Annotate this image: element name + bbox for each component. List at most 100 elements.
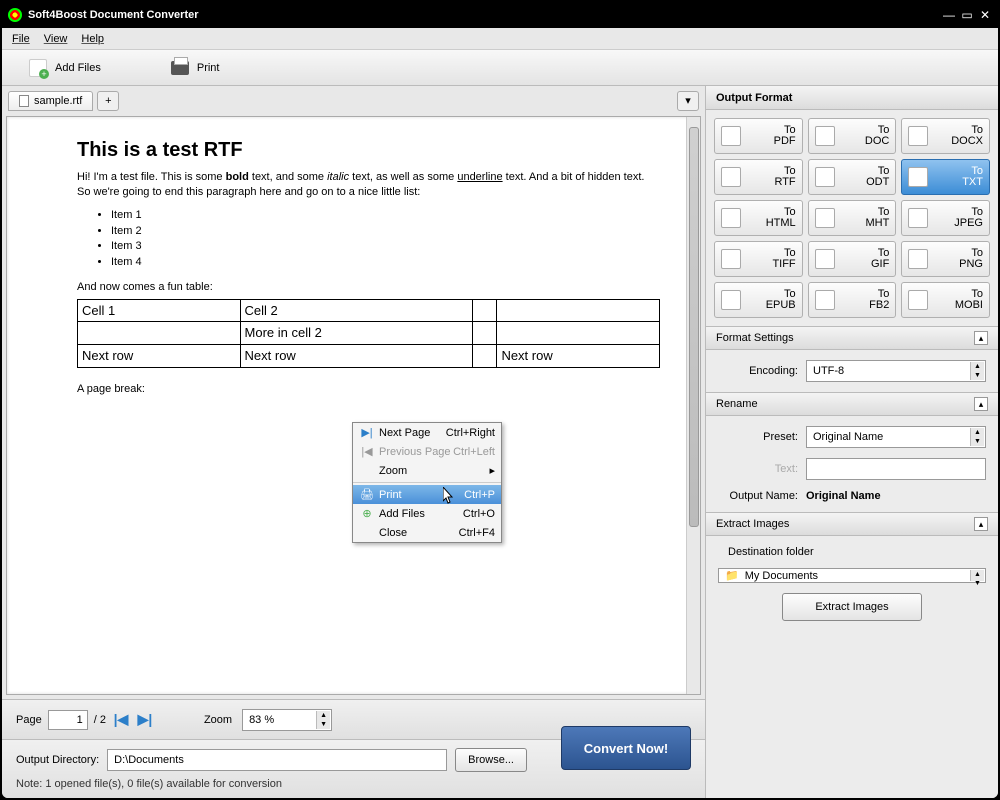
format-icon xyxy=(908,167,928,187)
list-item: Item 4 xyxy=(111,255,660,270)
output-name-label: Output Name: xyxy=(718,490,798,502)
add-tab-button[interactable]: + xyxy=(97,91,119,111)
document-preview[interactable]: This is a test RTF Hi! I'm a test file. … xyxy=(6,116,701,695)
menu-help[interactable]: Help xyxy=(81,33,104,45)
format-png[interactable]: ToPNG xyxy=(901,241,990,277)
tab-filename: sample.rtf xyxy=(34,95,82,107)
ctx-close[interactable]: CloseCtrl+F4 xyxy=(353,523,501,542)
format-docx[interactable]: ToDOCX xyxy=(901,118,990,154)
format-pdf[interactable]: ToPDF xyxy=(714,118,803,154)
printer-icon xyxy=(171,61,189,75)
encoding-combo[interactable]: UTF-8▲▼ xyxy=(806,360,986,382)
file-icon xyxy=(19,95,29,107)
spinner-up-icon[interactable]: ▲ xyxy=(317,711,330,720)
zoom-value: 83 % xyxy=(249,714,274,726)
collapse-icon[interactable]: ▴ xyxy=(974,331,988,345)
menu-file[interactable]: File xyxy=(12,33,30,45)
doc-list: Item 1 Item 2 Item 3 Item 4 xyxy=(111,208,660,270)
preset-label: Preset: xyxy=(718,431,798,443)
document-tab[interactable]: sample.rtf xyxy=(8,91,93,111)
text-label: Text: xyxy=(718,463,798,475)
zoom-label: Zoom xyxy=(204,714,232,726)
dest-folder-label: Destination folder xyxy=(728,546,986,558)
zoom-spinner[interactable]: ▲▼ xyxy=(316,711,330,729)
menu-view[interactable]: View xyxy=(44,33,68,45)
last-page-button[interactable]: ▶| xyxy=(136,711,154,729)
right-panel: Output Format ToPDFToDOCToDOCX ToRTFToODT… xyxy=(706,86,998,798)
format-icon xyxy=(721,249,741,269)
preset-combo[interactable]: Original Name▲▼ xyxy=(806,426,986,448)
format-doc[interactable]: ToDOC xyxy=(808,118,897,154)
scrollbar-thumb[interactable] xyxy=(689,127,699,527)
first-page-button[interactable]: |◀ xyxy=(112,711,130,729)
browse-button[interactable]: Browse... xyxy=(455,748,527,772)
dest-folder-combo[interactable]: 📁My Documents▲▼ xyxy=(718,568,986,583)
format-fb2[interactable]: ToFB2 xyxy=(808,282,897,318)
format-gif[interactable]: ToGIF xyxy=(808,241,897,277)
extract-images-button[interactable]: Extract Images xyxy=(782,593,922,621)
collapse-icon[interactable]: ▴ xyxy=(974,517,988,531)
ctx-print[interactable]: 🖨PrintCtrl+P xyxy=(353,485,501,504)
page-number-input[interactable] xyxy=(48,710,88,730)
list-item: Item 1 xyxy=(111,208,660,223)
format-tiff[interactable]: ToTIFF xyxy=(714,241,803,277)
zoom-input[interactable]: 83 % ▲▼ xyxy=(242,709,332,731)
minimize-button[interactable]: — xyxy=(942,8,956,22)
format-grid: ToPDFToDOCToDOCXToRTFToODTToTXTToHTMLToM… xyxy=(706,110,998,326)
format-html[interactable]: ToHTML xyxy=(714,200,803,236)
doc-paragraph: Hi! I'm a test file. This is some bold t… xyxy=(77,170,660,200)
format-icon xyxy=(908,290,928,310)
format-epub[interactable]: ToEPUB xyxy=(714,282,803,318)
vertical-scrollbar[interactable] xyxy=(686,117,700,694)
status-note: Note: 1 opened file(s), 0 file(s) availa… xyxy=(16,778,691,790)
output-name-value: Original Name xyxy=(806,490,881,502)
format-mht[interactable]: ToMHT xyxy=(808,200,897,236)
doc-table-intro: And now comes a fun table: xyxy=(77,280,660,295)
output-dir-label: Output Directory: xyxy=(16,754,99,766)
page-content: This is a test RTF Hi! I'm a test file. … xyxy=(77,137,660,396)
ctx-next-page[interactable]: ▶|Next PageCtrl+Right xyxy=(353,423,501,442)
print-button[interactable]: Print xyxy=(156,56,235,80)
output-dir-input[interactable] xyxy=(107,749,447,771)
prev-page-icon: |◀ xyxy=(359,445,375,458)
window-title: Soft4Boost Document Converter xyxy=(28,9,938,21)
next-page-icon: ▶| xyxy=(359,426,375,439)
format-settings-header[interactable]: Format Settings▴ xyxy=(706,326,998,350)
format-rtf[interactable]: ToRTF xyxy=(714,159,803,195)
format-txt[interactable]: ToTXT xyxy=(901,159,990,195)
doc-table: Cell 1Cell 2 More in cell 2 Next rowNext… xyxy=(77,299,660,368)
format-icon xyxy=(815,249,835,269)
add-files-button[interactable]: Add Files xyxy=(14,54,116,82)
spinner-down-icon[interactable]: ▼ xyxy=(317,720,330,729)
rename-header[interactable]: Rename▴ xyxy=(706,392,998,416)
ctx-add-files[interactable]: ⊕Add FilesCtrl+O xyxy=(353,504,501,523)
collapse-icon[interactable]: ▴ xyxy=(974,397,988,411)
convert-button[interactable]: Convert Now! xyxy=(561,726,691,770)
app-logo-icon xyxy=(8,8,22,22)
maximize-button[interactable]: ▭ xyxy=(960,8,974,22)
doc-pagebreak: A page break: xyxy=(77,382,660,397)
format-icon xyxy=(908,208,928,228)
format-icon xyxy=(721,167,741,187)
close-button[interactable]: ✕ xyxy=(978,8,992,22)
context-menu: ▶|Next PageCtrl+Right |◀Previous PageCtr… xyxy=(352,422,502,543)
ctx-zoom[interactable]: Zoom▸ xyxy=(353,461,501,480)
format-icon xyxy=(721,208,741,228)
add-file-icon: ⊕ xyxy=(359,507,375,520)
folder-icon: 📁 xyxy=(725,569,739,582)
format-icon xyxy=(721,290,741,310)
format-icon xyxy=(908,126,928,146)
title-bar: Soft4Boost Document Converter — ▭ ✕ xyxy=(2,2,998,28)
format-mobi[interactable]: ToMOBI xyxy=(901,282,990,318)
format-odt[interactable]: ToODT xyxy=(808,159,897,195)
tab-dropdown-button[interactable]: ▾ xyxy=(677,91,699,111)
encoding-label: Encoding: xyxy=(718,365,798,377)
menu-bar: File View Help xyxy=(2,28,998,50)
add-file-icon xyxy=(29,59,47,77)
format-icon xyxy=(721,126,741,146)
format-icon xyxy=(815,167,835,187)
format-jpeg[interactable]: ToJPEG xyxy=(901,200,990,236)
extract-images-header[interactable]: Extract Images▴ xyxy=(706,512,998,536)
rename-text-input[interactable] xyxy=(806,458,986,480)
output-format-header: Output Format xyxy=(706,86,998,110)
